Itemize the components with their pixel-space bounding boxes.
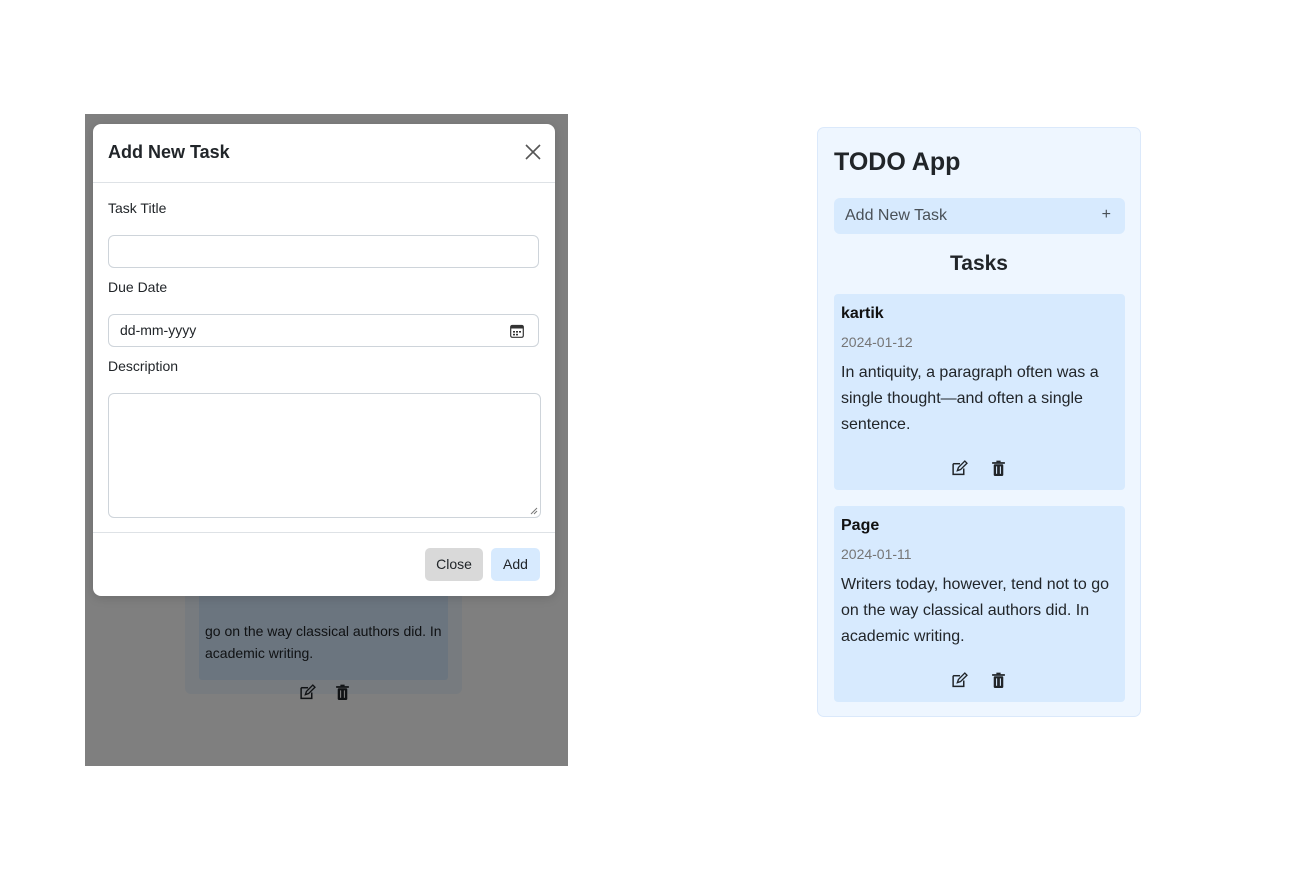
todo-app: TODO App Add New Task + Tasks kartik 202… [817,127,1141,717]
trash-icon[interactable] [990,460,1007,477]
edit-icon[interactable] [951,672,968,689]
due-date-placeholder: dd-mm-yyyy [120,322,197,338]
tasks-heading: Tasks [950,252,1008,275]
task-card: Page 2024-01-11 Writers today, however, … [834,506,1125,702]
add-new-task-toggle[interactable]: Add New Task + [834,198,1125,234]
add-new-task-label: Add New Task [845,207,947,224]
task-date: 2024-01-12 [841,334,913,350]
task-card: kartik 2024-01-12 In antiquity, a paragr… [834,294,1125,490]
task-title-label: Task Title [108,200,167,216]
close-button[interactable]: Close [425,548,483,581]
modal-title: Add New Task [108,142,230,162]
task-description: Writers today, however, tend not to go o… [841,576,1109,645]
plus-icon: + [1101,206,1111,223]
task-title-input[interactable] [108,235,539,268]
due-date-label: Due Date [108,279,168,295]
app-title: TODO App [834,148,961,176]
trash-icon[interactable] [990,672,1007,689]
task-actions [951,672,1007,689]
modal-header: Add New Task [93,124,555,183]
task-actions [951,460,1007,477]
due-date-input[interactable]: dd-mm-yyyy [108,314,539,347]
add-button[interactable]: Add [491,548,540,581]
description-textarea[interactable] [108,393,541,518]
modal-screenshot-panel: go on the way classical authors did. In … [85,114,568,766]
add-task-modal: Add New Task Task Title Due Date dd-mm-y… [93,124,555,596]
calendar-icon[interactable] [510,324,524,338]
task-title: Page [841,517,880,534]
task-date: 2024-01-11 [841,546,912,562]
close-icon[interactable] [523,142,543,162]
modal-body: Task Title Due Date dd-mm-yyyy Descripti… [93,183,555,533]
modal-footer: Close Add [93,533,555,597]
task-description: In antiquity, a paragraph often was a si… [841,364,1099,433]
edit-icon[interactable] [951,460,968,477]
description-label: Description [108,358,179,374]
task-title: kartik [841,305,884,322]
resize-handle-icon[interactable] [530,507,538,515]
